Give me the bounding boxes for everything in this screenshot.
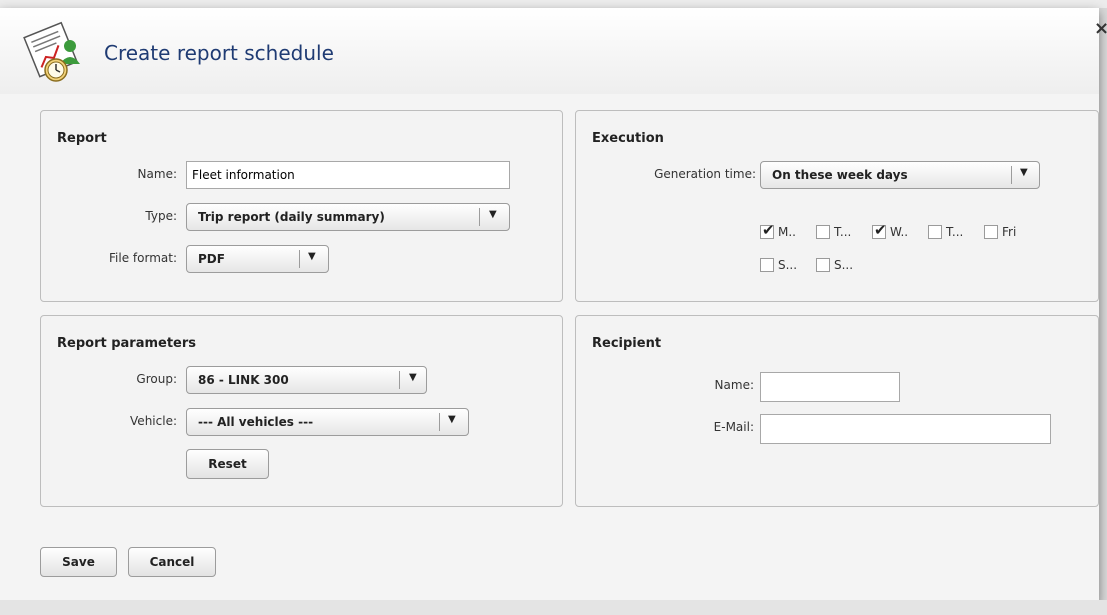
group-label: Group: <box>136 372 177 386</box>
report-type-select[interactable]: Trip report (daily summary) ▼ <box>186 203 510 231</box>
recipient-name-input[interactable] <box>760 372 900 402</box>
day-checkbox-3[interactable]: ✔ W.. <box>872 221 909 241</box>
day-checkbox-6[interactable]: S... <box>760 256 797 274</box>
recipient-section-title: Recipient <box>592 336 662 351</box>
file-format-select[interactable]: PDF ▼ <box>186 245 329 273</box>
day-label: M.. <box>778 225 796 239</box>
vehicle-value: --- All vehicles --- <box>198 415 314 429</box>
report-panel: Report Name: Type: Trip report (daily su… <box>40 110 563 302</box>
recipient-name-label: Name: <box>714 378 754 392</box>
dialog-body: Report Name: Type: Trip report (daily su… <box>0 94 1099 602</box>
select-separator <box>299 250 300 268</box>
dialog-title: Create report schedule <box>104 41 334 65</box>
background-top-strip <box>0 0 1107 8</box>
recipient-panel: Recipient Name: E-Mail: <box>575 315 1099 507</box>
report-name-label: Name: <box>137 167 177 181</box>
generation-time-label: Generation time: <box>654 167 756 181</box>
select-separator <box>479 208 480 226</box>
vehicle-select[interactable]: --- All vehicles --- ▼ <box>186 408 469 436</box>
chevron-down-icon: ▼ <box>489 209 497 220</box>
close-icon[interactable]: × <box>1094 18 1107 39</box>
day-label: W.. <box>890 225 909 239</box>
dialog-header: Create report schedule × <box>0 8 1107 94</box>
checkbox <box>984 225 998 239</box>
checkbox: ✔ <box>872 221 887 239</box>
select-separator <box>439 413 440 431</box>
cancel-button[interactable]: Cancel <box>128 547 216 577</box>
checkbox <box>760 258 774 272</box>
group-value: 86 - LINK 300 <box>198 373 289 387</box>
chevron-down-icon: ▼ <box>448 414 456 425</box>
checkbox <box>816 258 830 272</box>
select-separator <box>1011 166 1012 184</box>
day-label: T... <box>946 225 964 239</box>
report-name-input[interactable] <box>186 161 510 189</box>
report-parameters-panel: Report parameters Group: 86 - LINK 300 ▼… <box>40 315 563 507</box>
execution-section-title: Execution <box>592 131 664 146</box>
report-type-label: Type: <box>145 209 177 223</box>
day-label: T... <box>834 225 852 239</box>
checkbox <box>928 225 942 239</box>
check-icon: ✔ <box>762 221 775 239</box>
report-schedule-icon <box>22 20 88 86</box>
checkbox <box>816 225 830 239</box>
file-format-value: PDF <box>198 252 225 266</box>
save-button[interactable]: Save <box>40 547 117 577</box>
report-parameters-section-title: Report parameters <box>57 336 197 351</box>
background-bottom-strip <box>0 600 1107 615</box>
recipient-email-label: E-Mail: <box>713 420 754 434</box>
day-label: S... <box>778 258 798 272</box>
day-checkbox-2[interactable]: T... <box>816 223 851 241</box>
day-checkbox-4[interactable]: T... <box>928 223 963 241</box>
file-format-label: File format: <box>109 251 177 265</box>
report-section-title: Report <box>57 131 107 146</box>
chevron-down-icon: ▼ <box>1020 167 1028 178</box>
chevron-down-icon: ▼ <box>409 372 417 383</box>
select-separator <box>399 371 400 389</box>
day-checkbox-5[interactable]: Fri <box>984 223 1016 241</box>
recipient-email-input[interactable] <box>760 414 1051 444</box>
group-select[interactable]: 86 - LINK 300 ▼ <box>186 366 427 394</box>
create-report-schedule-dialog: Create report schedule × Report Name: Ty… <box>0 8 1107 602</box>
generation-time-select[interactable]: On these week days ▼ <box>760 161 1040 189</box>
reset-button[interactable]: Reset <box>186 449 269 479</box>
check-icon: ✔ <box>874 221 887 239</box>
day-label: S... <box>834 258 854 272</box>
report-type-value: Trip report (daily summary) <box>198 210 385 224</box>
chevron-down-icon: ▼ <box>308 251 316 262</box>
generation-time-value: On these week days <box>772 168 908 182</box>
checkbox: ✔ <box>760 221 775 239</box>
day-checkbox-1[interactable]: ✔ M.. <box>760 221 796 241</box>
day-label: Fri <box>1002 225 1017 239</box>
vehicle-label: Vehicle: <box>130 414 177 428</box>
day-checkbox-7[interactable]: S... <box>816 256 853 274</box>
execution-panel: Execution Generation time: On these week… <box>575 110 1099 302</box>
